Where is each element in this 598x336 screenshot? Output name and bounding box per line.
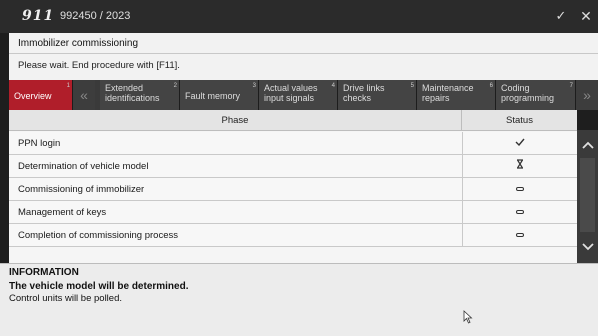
phase-name: Completion of commissioning process (18, 230, 178, 241)
tab-scroll-right-icon[interactable]: » (576, 80, 598, 110)
tab-label: Overview (14, 91, 52, 101)
table-row[interactable]: Completion of commissioning process (9, 224, 577, 247)
pending-icon (463, 178, 577, 201)
information-panel: INFORMATION The vehicle model will be de… (0, 263, 598, 336)
tab-label: Actual values (264, 83, 318, 93)
tab-coding-programming[interactable]: Coding programming 7 (496, 80, 576, 110)
dialog-title: Immobilizer commissioning (18, 38, 139, 49)
phase-name: PPN login (18, 138, 61, 149)
column-header-status: Status (506, 115, 533, 126)
vehicle-order-number: 992450 / 2023 (60, 10, 131, 22)
table-row[interactable]: Management of keys (9, 201, 577, 224)
tab-fault-memory[interactable]: Fault memory 3 (180, 80, 259, 110)
phase-status-table: Phase Status PPN login Determination of … (9, 110, 577, 263)
column-header-phase: Phase (9, 110, 462, 131)
tab-label: Maintenance (422, 83, 474, 93)
table-row[interactable]: Determination of vehicle model (9, 155, 577, 178)
tab-number: 3 (252, 83, 256, 89)
tab-label-line2: programming (501, 93, 555, 103)
phase-name: Management of keys (18, 207, 107, 218)
table-row[interactable]: PPN login (9, 132, 577, 155)
checkmark-icon (463, 132, 577, 155)
title-bar: 911 992450 / 2023 ✓ ✕ (0, 0, 598, 33)
table-scrollbar[interactable] (577, 130, 598, 263)
phase-name: Determination of vehicle model (18, 161, 149, 172)
tab-number: 2 (173, 83, 177, 89)
tab-label: Fault memory (185, 91, 241, 101)
tab-overview[interactable]: Overview 1 (9, 80, 73, 110)
close-icon[interactable]: ✕ (576, 6, 596, 26)
tab-drive-links[interactable]: Drive links checks 5 (338, 80, 417, 110)
dialog-header: Immobilizer commissioning Please wait. E… (9, 33, 598, 80)
pending-icon (463, 201, 577, 224)
settings-check-icon[interactable]: ✓ (551, 6, 571, 26)
tab-number: 1 (66, 83, 70, 89)
tab-label: Coding (501, 83, 530, 93)
tab-number: 7 (569, 83, 573, 89)
chevron-down-icon[interactable] (577, 236, 598, 257)
dialog-divider (9, 53, 598, 54)
chevron-up-icon[interactable] (577, 134, 598, 155)
hourglass-icon (463, 155, 577, 178)
scrollbar-track[interactable] (580, 158, 595, 232)
info-title: INFORMATION (9, 267, 79, 278)
tab-label-line2: checks (343, 93, 372, 103)
tab-scroll-left-icon[interactable]: « (73, 80, 95, 110)
tab-label-line2: input signals (264, 93, 315, 103)
tab-label: Drive links (343, 83, 385, 93)
info-message-primary: The vehicle model will be determined. (9, 281, 189, 292)
tab-extended-identifications[interactable]: Extended identifications 2 (100, 80, 180, 110)
mouse-cursor-icon (463, 310, 473, 324)
dialog-message: Please wait. End procedure with [F11]. (18, 60, 180, 71)
table-row[interactable]: Commissioning of immobilizer (9, 178, 577, 201)
tab-bar: Overview 1 « Extended identifications 2 … (9, 80, 598, 110)
tab-label-line2: repairs (422, 93, 450, 103)
pending-icon (463, 224, 577, 247)
tab-number: 4 (331, 83, 335, 89)
tab-actual-values[interactable]: Actual values input signals 4 (259, 80, 338, 110)
tab-maintenance-repairs[interactable]: Maintenance repairs 6 (417, 80, 496, 110)
tab-number: 6 (489, 83, 493, 89)
tab-label: Extended (105, 83, 144, 93)
tab-number: 5 (410, 83, 414, 89)
porsche-911-logo: 911 (22, 8, 55, 24)
tab-label-line2: identifications (105, 93, 160, 103)
info-message-secondary: Control units will be polled. (9, 293, 123, 304)
table-header: Phase Status (9, 110, 577, 131)
phase-name: Commissioning of immobilizer (18, 184, 145, 195)
